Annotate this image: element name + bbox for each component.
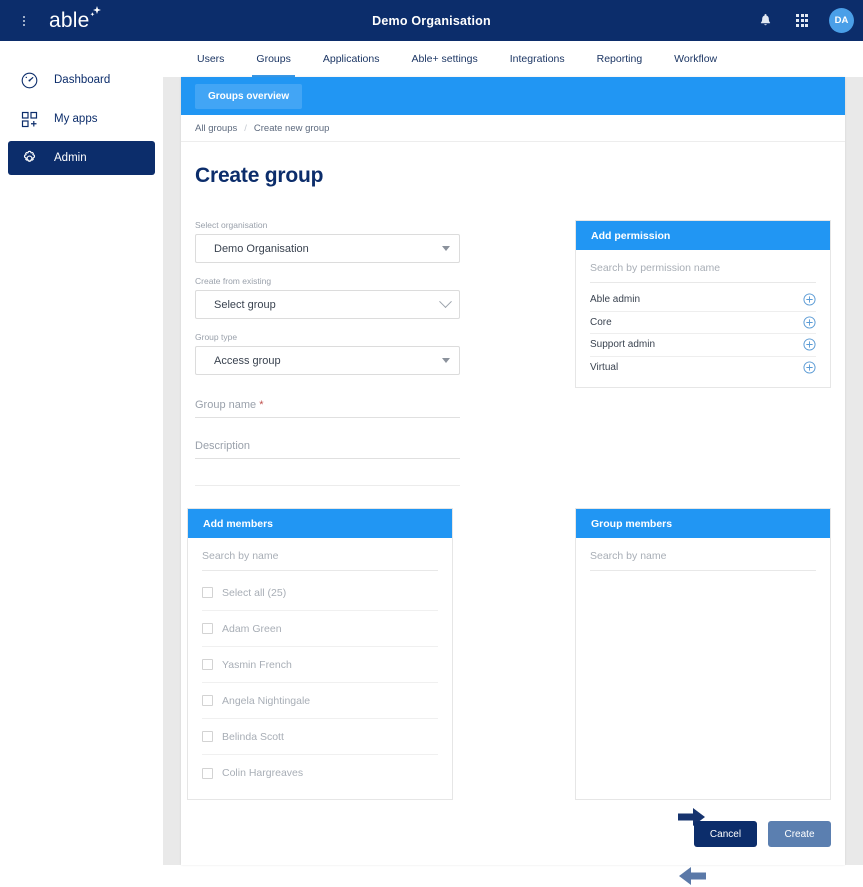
create-from-existing-dropdown[interactable]: Select group [195,290,460,319]
tab-groups[interactable]: Groups [240,41,306,77]
permission-name: Core [590,316,612,328]
checkbox[interactable] [202,767,213,779]
tab-applications[interactable]: Applications [307,41,396,77]
gauge-icon [20,71,39,90]
sidebar-item-label: Admin [54,152,87,164]
logo-text: able [49,8,90,32]
tab-users[interactable]: Users [181,41,240,77]
tab-able-plus-settings[interactable]: Able+ settings [395,41,493,77]
group-name-label: Group name [195,399,257,411]
sidebar-item-dashboard[interactable]: Dashboard [8,63,155,97]
add-permission-panel: Add permission Search by permission name… [575,220,831,388]
breadcrumb: All groups / Create new group [181,115,845,142]
tab-integrations[interactable]: Integrations [494,41,581,77]
kebab-menu-icon[interactable] [13,15,35,26]
gear-icon [20,149,39,168]
select-all-row[interactable]: Select all (25) [202,575,438,611]
tab-workflow[interactable]: Workflow [658,41,733,77]
permission-row[interactable]: Virtual [590,357,816,380]
select-organisation-value: Demo Organisation [214,242,309,255]
member-name: Angela Nightingale [222,694,311,707]
breadcrumb-current: Create new group [253,122,330,134]
top-header-bar: able Demo Organisation DA [0,0,863,41]
app-logo[interactable]: able [49,5,101,33]
group-members-panel: Group members Search by name [575,508,831,800]
page-banner: Groups overview [181,77,845,115]
create-from-existing-value: Select group [214,298,276,311]
checkbox[interactable] [202,659,213,670]
apps-grid-plus-icon [20,110,39,129]
groups-overview-button[interactable]: Groups overview [195,83,303,109]
member-row[interactable]: Belinda Scott [202,719,438,755]
add-members-search-input[interactable]: Search by name [202,550,438,571]
permission-row[interactable]: Core [590,312,816,334]
member-name: Belinda Scott [222,730,284,743]
member-row[interactable]: Angela Nightingale [202,683,438,719]
group-type-label: Group type [195,332,238,342]
member-name: Yasmin French [222,658,292,671]
checkbox[interactable] [202,623,213,634]
group-members-search-input[interactable]: Search by name [590,550,816,571]
tab-reporting[interactable]: Reporting [581,41,659,77]
member-row[interactable]: Yasmin French [202,647,438,683]
avatar[interactable]: DA [829,8,854,33]
add-members-panel: Add members Search by name Select all (2… [187,508,453,800]
select-organisation-dropdown[interactable]: Demo Organisation [195,234,460,263]
permission-row[interactable]: Able admin [590,289,816,312]
member-name: Colin Hargreaves [222,767,304,779]
main-region: Users Groups Applications Able+ settings… [163,41,863,885]
header-actions: DA [755,0,854,41]
select-all-label: Select all (25) [222,586,287,599]
triangle-down-icon [442,246,450,251]
breadcrumb-separator: / [244,122,247,134]
group-members-title: Group members [576,509,830,538]
create-from-existing-label: Create from existing [195,276,272,286]
sidebar-nav: Dashboard My apps Admin [0,41,163,865]
content-card: Groups overview All groups / Create new … [181,77,845,885]
circle-plus-icon[interactable] [803,316,816,329]
group-type-value: Access group [214,354,281,367]
description-input[interactable]: Description [195,440,460,459]
page-title: Create group [195,164,324,187]
group-type-dropdown[interactable]: Access group [195,346,460,375]
permission-row[interactable]: Support admin [590,334,816,357]
permission-name: Able admin [590,294,641,306]
cancel-button[interactable]: Cancel [694,821,757,847]
create-button[interactable]: Create [768,821,831,847]
sidebar-item-admin[interactable]: Admin [8,141,155,175]
checkbox[interactable] [202,731,213,742]
circle-plus-icon[interactable] [803,338,816,351]
required-marker: * [259,399,264,411]
sparkle-icon [89,5,101,16]
grid-apps-icon[interactable] [792,11,812,31]
form-actions: Cancel Create [694,821,831,847]
permission-name: Virtual [590,362,619,374]
group-name-input[interactable]: Group name * [195,399,460,418]
sidebar-item-label: Dashboard [54,74,111,86]
breadcrumb-all-groups[interactable]: All groups [195,123,237,134]
create-group-form: Select organisation Demo Organisation Cr… [195,220,460,486]
arrow-left-icon[interactable] [678,865,706,887]
add-members-title: Add members [188,509,452,538]
organisation-title: Demo Organisation [372,13,491,28]
member-row[interactable]: Colin Hargreaves [202,755,438,791]
checkbox[interactable] [202,587,213,598]
sidebar-item-label: My apps [54,113,98,125]
triangle-down-icon [442,358,450,363]
bell-icon[interactable] [755,11,775,31]
primary-tabs: Users Groups Applications Able+ settings… [163,41,863,77]
circle-plus-icon[interactable] [803,361,816,374]
chevron-down-icon [439,295,452,309]
member-row[interactable]: Adam Green [202,611,438,647]
member-name: Adam Green [222,622,282,635]
select-organisation-label: Select organisation [195,220,268,230]
circle-plus-icon[interactable] [803,293,816,306]
permission-search-input[interactable]: Search by permission name [590,262,816,283]
sidebar-item-my-apps[interactable]: My apps [8,102,155,136]
checkbox[interactable] [202,695,213,706]
form-divider [195,485,460,486]
permission-name: Support admin [590,339,656,351]
add-permission-title: Add permission [576,221,830,250]
